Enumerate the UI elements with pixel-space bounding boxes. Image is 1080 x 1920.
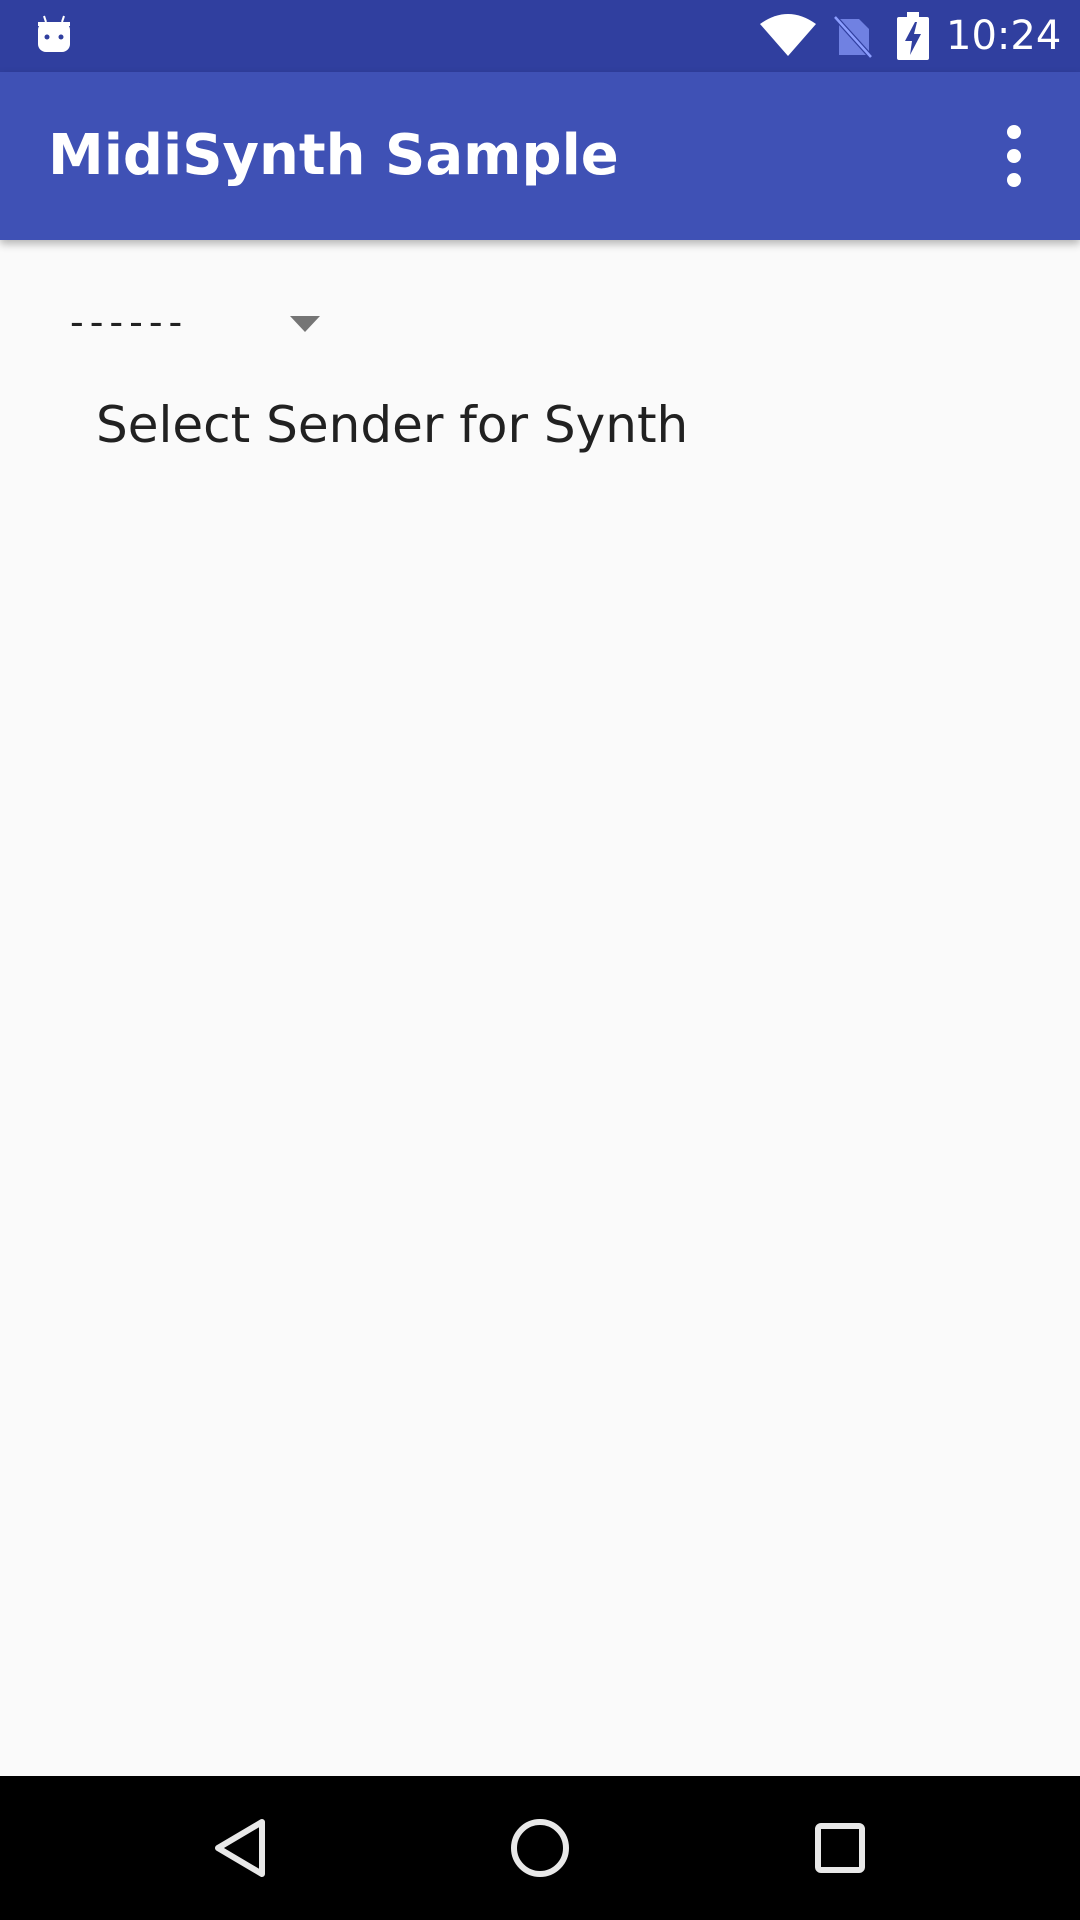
battery-charging-icon: [897, 12, 929, 60]
sender-spinner[interactable]: ------: [48, 286, 348, 358]
spinner-selected-value: ------: [70, 300, 189, 344]
page-title: MidiSynth Sample: [48, 123, 619, 188]
android-notification-icon: [38, 15, 70, 52]
home-icon[interactable]: [504, 1812, 576, 1884]
back-icon[interactable]: [204, 1812, 276, 1884]
status-bar: 10:24: [0, 0, 1080, 72]
app-bar: MidiSynth Sample: [0, 72, 1080, 240]
recents-icon[interactable]: [804, 1812, 876, 1884]
sender-label: Select Sender for Synth: [96, 396, 689, 454]
wifi-icon: [760, 14, 816, 56]
more-vert-icon[interactable]: [984, 116, 1044, 196]
no-sim-icon: [833, 15, 873, 59]
status-time: 10:24: [946, 13, 1062, 59]
dropdown-arrow-icon: [290, 316, 320, 332]
navigation-bar: [0, 1776, 1080, 1920]
